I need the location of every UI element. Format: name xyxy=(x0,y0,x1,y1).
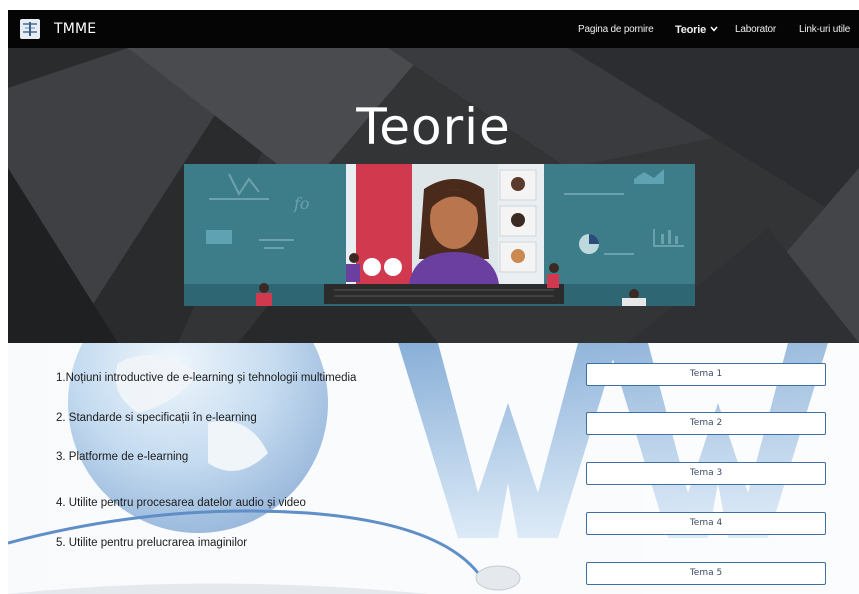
topic-1: 1.Noțiuni introductive de e-learning și … xyxy=(56,372,357,384)
e-learning-illustration: fo xyxy=(184,164,695,306)
topic-3: 3. Platforme de e-learning xyxy=(56,451,189,463)
svg-text:fo: fo xyxy=(293,194,310,213)
nav-useful-links[interactable]: Link-uri utile xyxy=(799,24,850,35)
site-name[interactable]: TMME xyxy=(54,21,96,37)
topics-section: 1.Noțiuni introductive de e-learning și … xyxy=(8,343,859,594)
tema-3-button[interactable]: Tema 3 xyxy=(586,462,826,485)
tema-2-button[interactable]: Tema 2 xyxy=(586,412,826,435)
page-title: Teorie xyxy=(356,98,511,156)
tema-1-button[interactable]: Tema 1 xyxy=(586,363,826,386)
tema-4-button[interactable]: Tema 4 xyxy=(586,512,826,535)
nav-home-link[interactable]: Pagina de pornire xyxy=(578,24,654,35)
nav-teorie-label: Teorie xyxy=(675,24,706,36)
nav-laborator-link[interactable]: Laborator xyxy=(735,24,776,35)
tema-5-button[interactable]: Tema 5 xyxy=(586,562,826,585)
hero-section: Teorie fo xyxy=(8,48,859,343)
topic-2: 2. Standarde si specificații în e-learni… xyxy=(56,412,257,424)
site-logo-icon[interactable] xyxy=(20,19,40,39)
nav-teorie-dropdown[interactable]: Teorie xyxy=(675,23,718,36)
chevron-down-icon xyxy=(710,23,718,35)
topic-5: 5. Utilite pentru prelucrarea imaginilor xyxy=(56,537,248,549)
top-navbar: TMME Pagina de pornire Teorie Laborator … xyxy=(8,10,859,48)
topic-4: 4. Utilite pentru procesarea datelor aud… xyxy=(56,497,306,509)
